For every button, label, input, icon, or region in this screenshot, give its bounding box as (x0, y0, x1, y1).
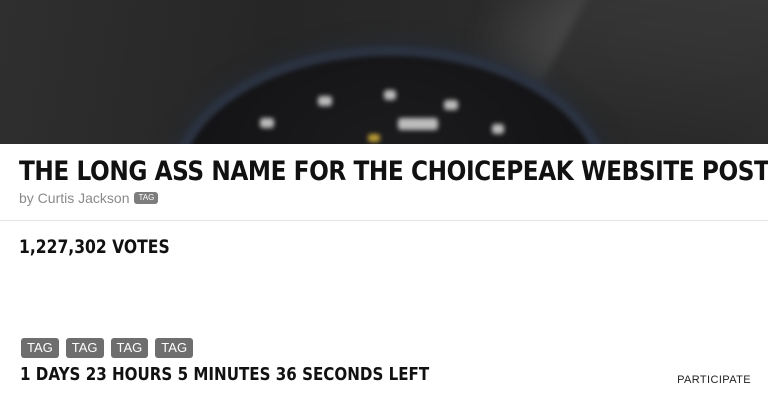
tag-chip[interactable]: TAG (110, 338, 149, 358)
author-name[interactable]: by Curtis Jackson (19, 190, 129, 206)
tag-chip[interactable]: TAG (65, 338, 104, 358)
author-tag[interactable]: TAG (134, 192, 159, 204)
countdown-timer: 1 Days 23 Hours 5 Minutes 36 Seconds Lef… (20, 364, 430, 385)
tag-chip[interactable]: TAG (21, 338, 59, 358)
author-byline: by Curtis Jackson TAG (19, 190, 159, 206)
hero-image (0, 0, 768, 144)
participate-button[interactable]: PARTICIPATE (677, 374, 751, 386)
post-card[interactable]: The Long Ass Name for the Choicepeak Web… (0, 0, 768, 400)
tag-list: TAG TAG TAG TAG (21, 338, 194, 358)
tag-chip[interactable]: TAG (155, 338, 194, 358)
post-title[interactable]: The Long Ass Name for the Choicepeak Web… (19, 156, 768, 187)
title-section: The Long Ass Name for the Choicepeak Web… (0, 144, 768, 221)
vote-count: 1,227,302 Votes (19, 236, 170, 258)
